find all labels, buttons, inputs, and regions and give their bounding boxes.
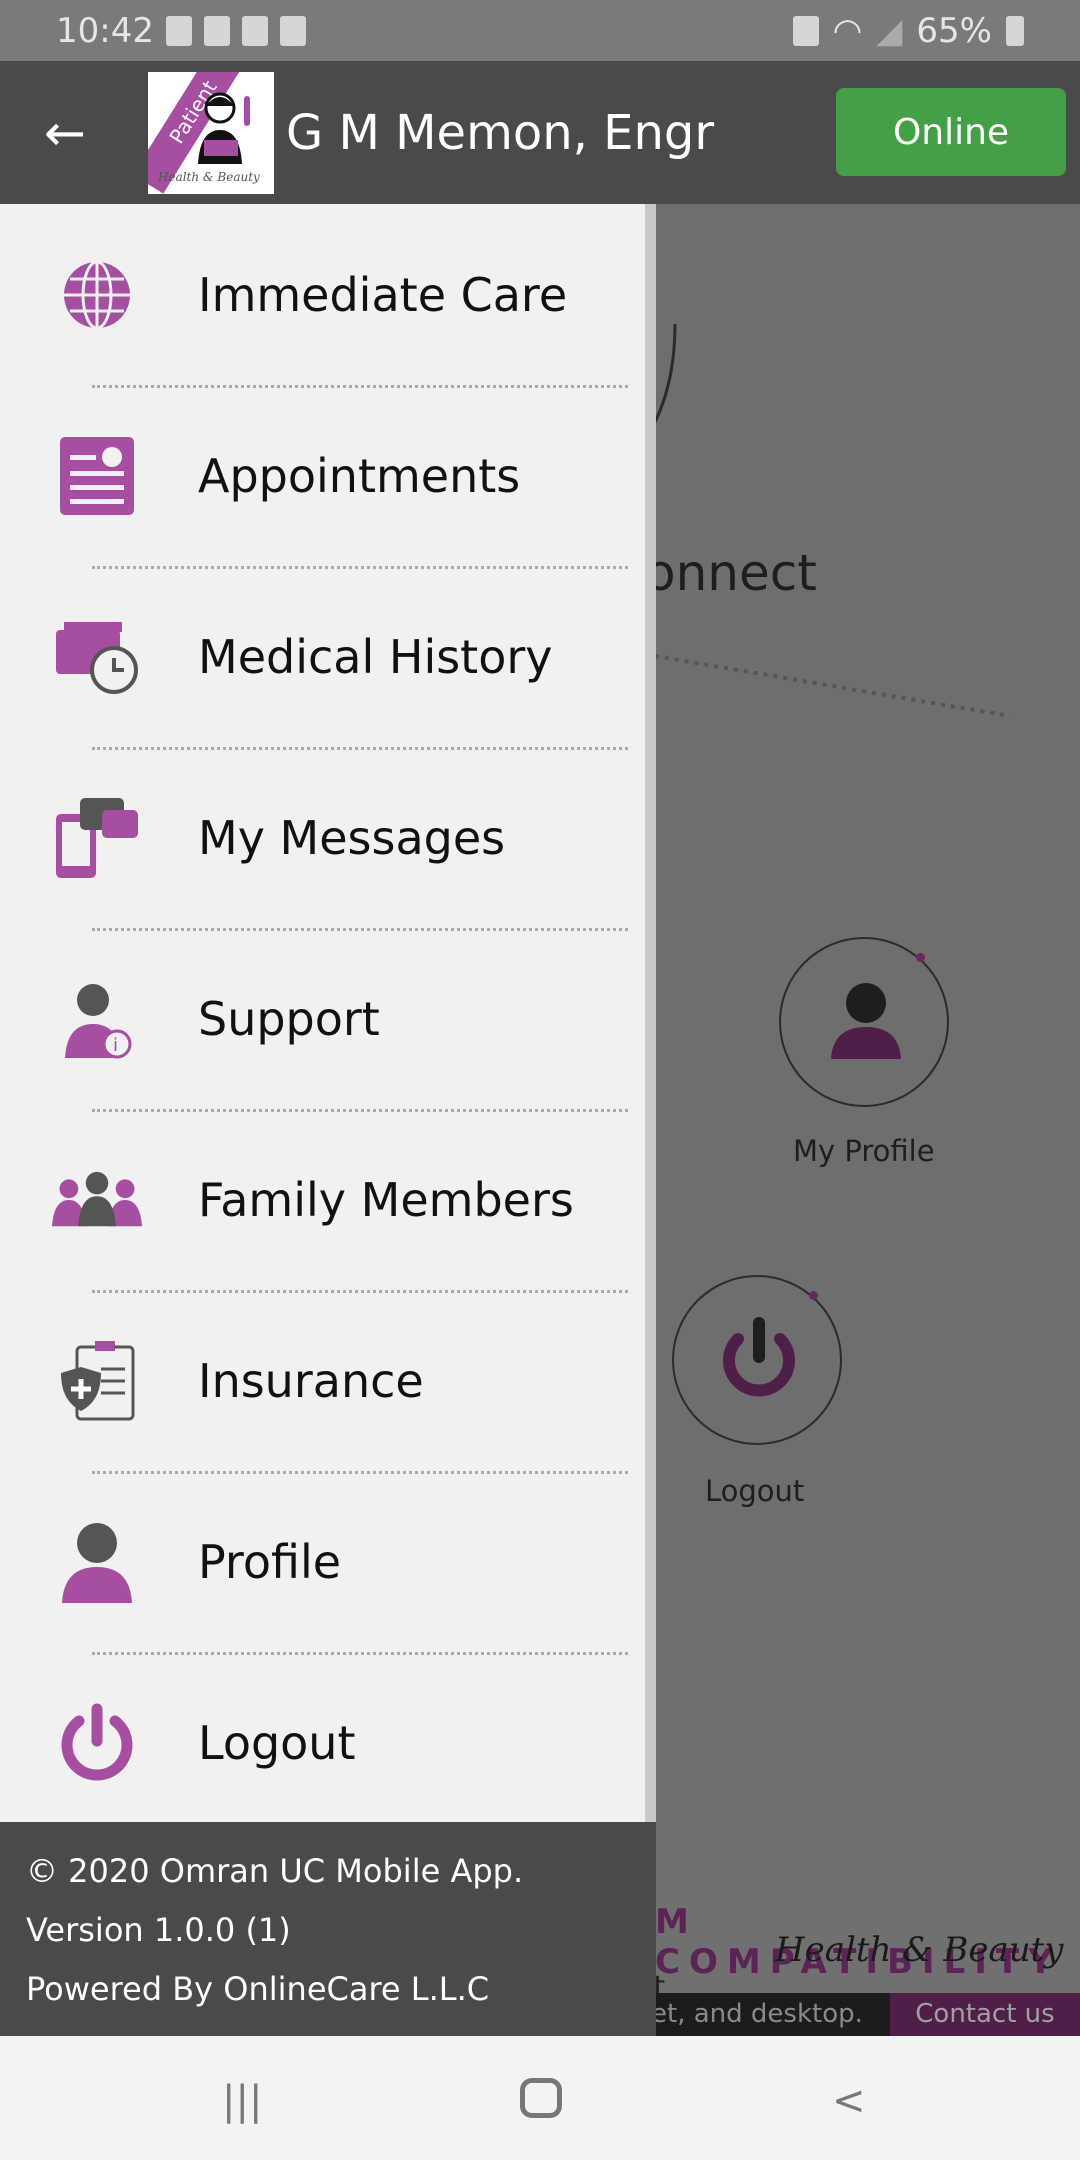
drawer-item-my-messages[interactable]: My Messages [0,747,645,928]
signal-icon: ◢ [876,10,903,51]
drawer-item-logout[interactable]: Logout [0,1652,645,1833]
contact-us-button[interactable]: Contact us [890,1993,1080,2036]
powered-by-text: Powered By OnlineCare L.L.C [26,1970,490,2008]
globe-icon [52,255,142,335]
logout-label: Logout [705,1474,805,1508]
logout-power-icon [723,1317,795,1397]
insurance-clipboard-icon [52,1340,142,1421]
user-name-title: G M Memon, Engr [286,104,715,161]
connect-text: onnect [645,544,817,602]
image-icon [203,15,230,46]
copyright-text: © 2020 Omran UC Mobile App. [26,1852,524,1890]
drawer-item-label: My Messages [198,810,506,865]
drawer-item-family-members[interactable]: Family Members [0,1109,645,1290]
phone-chat-icon [52,797,142,878]
svg-text:i: i [113,1035,118,1056]
battery-percent: 65% [916,10,992,51]
battery-saver-icon [792,15,819,46]
version-text: Version 1.0.0 (1) [26,1911,291,1949]
drawer-item-label: Logout [198,1715,356,1770]
notification-icon [165,15,192,46]
navigation-drawer: Immediate Care Appointments Medical Histor… [0,204,645,1822]
drawer-item-profile[interactable]: Profile [0,1471,645,1652]
logout-tile[interactable] [672,1275,842,1445]
sim-icon [279,15,306,46]
back-nav-icon[interactable]: < [832,2078,866,2124]
drawer-item-insurance[interactable]: Insurance [0,1290,645,1471]
drawer-item-label: Support [198,991,380,1046]
person-icon [52,1522,142,1603]
drawer-item-label: Insurance [198,1353,424,1408]
appointment-card-icon [52,436,142,516]
banner-strip: et, and desktop. Contact us [645,1993,1080,2036]
drawer-item-support[interactable]: i Support [0,928,645,1109]
dimmed-dashboard: onnect My Profile Logout M COMPATIBILITY… [645,204,1080,2036]
history-wallet-clock-icon [52,617,142,697]
battery-charging-icon [1006,15,1024,46]
drawer-item-label: Family Members [198,1172,574,1227]
recents-icon[interactable]: ||| [222,2078,262,2124]
drawer-footer: © 2020 Omran UC Mobile App. Version 1.0.… [0,1822,656,2036]
back-arrow-icon[interactable]: ← [44,104,102,162]
online-status-button[interactable]: Online [836,88,1066,176]
drawer-item-label: Immediate Care [198,267,568,322]
drawer-item-label: Profile [198,1534,342,1589]
drawer-item-medical-history[interactable]: Medical History [0,566,645,747]
wifi-icon: ◠ [832,10,863,51]
power-icon [52,1703,142,1783]
app-logo: Patient Health & Beauty [148,71,274,194]
home-icon[interactable] [520,2078,562,2118]
drawer-item-appointments[interactable]: Appointments [0,385,645,566]
drawer-item-label: Appointments [198,448,521,503]
drawer-item-immediate-care[interactable]: Immediate Care [0,204,645,385]
status-bar: 10:42 ◠ ◢ 65% [0,0,1080,61]
promo-banner: M COMPATIBILITY Health & Beauty it. et, … [645,1882,1080,2036]
cloud-icon [241,15,268,46]
system-nav-bar: ||| < [0,2036,1080,2160]
my-profile-label: My Profile [793,1134,935,1168]
drawer-item-label: Medical History [198,629,553,684]
family-group-icon [52,1160,142,1240]
drawer-scrollbar[interactable] [645,204,656,1822]
my-profile-tile[interactable] [779,937,949,1107]
profile-person-icon [831,983,901,1059]
background-decor [645,323,1011,718]
clock: 10:42 [56,10,154,51]
support-agent-icon: i [52,979,142,1059]
patient-icon [198,92,250,164]
